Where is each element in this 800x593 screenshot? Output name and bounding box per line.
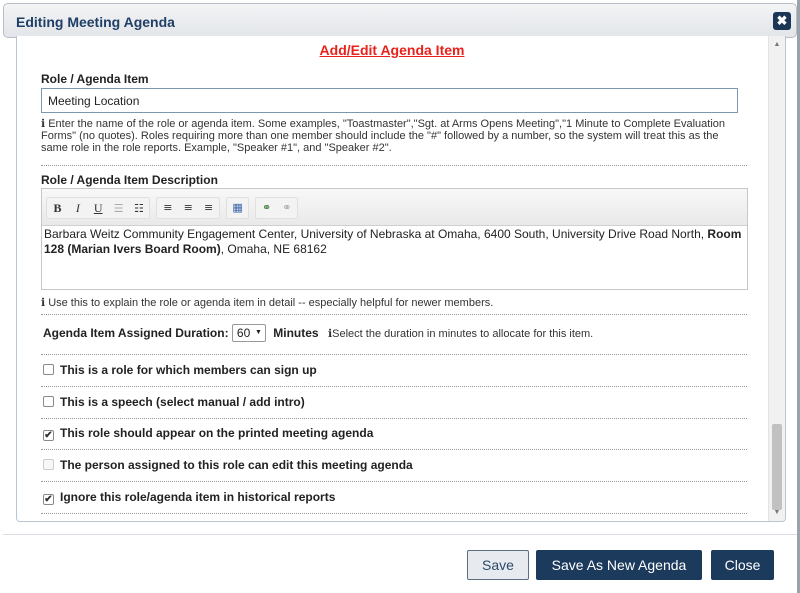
role-input[interactable] [41,88,738,113]
link-group: ⚭ ⚭ [255,197,299,219]
checkbox-can-edit [43,459,54,470]
scrollbar-thumb[interactable] [772,424,782,510]
remove-link-icon[interactable]: ⚭ [278,198,295,218]
chevron-down-icon: ▼ [254,329,262,336]
description-text-end: , Omaha, NE 68162 [220,242,327,256]
duration-select[interactable]: 60 ▼ [231,324,266,342]
align-right-icon[interactable]: ≡ [200,198,217,218]
divider [41,513,747,514]
divider [41,165,747,166]
dialog-titlebar: Editing Meeting Agenda ✖ [3,3,797,38]
format-group: B I U ☰ ☷ [46,197,151,219]
checkbox-speech-row[interactable]: This is a speech (select manual / add in… [43,395,305,409]
align-center-icon[interactable]: ≡ [180,198,197,218]
close-icon[interactable]: ✖ [773,12,791,30]
divider [41,386,747,387]
checkbox-signup[interactable] [43,364,54,375]
checkbox-speech[interactable] [43,396,54,407]
insert-link-icon[interactable]: ⚭ [258,198,275,218]
align-group: ≡ ≡ ≡ [156,197,221,219]
checkbox-historical-row[interactable]: ✔ Ignore this role/agenda item in histori… [43,490,335,505]
divider [41,481,747,482]
description-text: Barbara Weitz Community Engagement Cente… [44,227,708,241]
divider [41,418,747,419]
footer-divider [3,534,797,535]
align-left-icon[interactable]: ≡ [159,198,176,218]
editing-agenda-dialog: Editing Meeting Agenda ✖ ▲ ▼ Add/Edit Ag… [3,3,797,591]
ordered-list-icon[interactable]: ☰ [110,199,127,219]
editor-content[interactable]: Barbara Weitz Community Engagement Cente… [42,226,747,258]
checkbox-printed[interactable]: ✔ [43,430,54,441]
duration-row: Agenda Item Assigned Duration: 60 ▼ Minut… [43,324,593,343]
duration-help: ℹ︎Select the duration in minutes to allo… [328,328,593,340]
checkbox-printed-row[interactable]: ✔ This role should appear on the printed … [43,426,373,441]
checkbox-can-edit-label: The person assigned to this role can edi… [60,458,413,472]
insert-image-icon[interactable]: ▦ [229,198,246,218]
info-icon: ℹ︎ [41,118,46,130]
checkbox-historical[interactable]: ✔ [43,494,54,505]
scroll-down-arrow-icon[interactable]: ▼ [769,506,785,520]
underline-button[interactable]: U [90,198,107,218]
vertical-scrollbar[interactable]: ▲ ▼ [768,36,785,521]
divider [41,449,747,450]
checkbox-historical-label: Ignore this role/agenda item in historic… [60,490,336,504]
description-help-text: Use this to explain the role or agenda i… [48,297,494,309]
dialog-content: ▲ ▼ Add/Edit Agenda Item Role / Agenda I… [16,36,786,522]
info-icon: ℹ︎ [41,297,46,309]
checkbox-signup-label: This is a role for which members can sig… [60,363,317,377]
editor-toolbar: B I U ☰ ☷ ≡ ≡ ≡ ▦ ⚭ ⚭ [42,189,747,226]
duration-value: 60 [236,326,251,340]
checkbox-printed-label: This role should appear on the printed m… [60,426,374,440]
save-as-new-agenda-button[interactable]: Save As New Agenda [536,550,702,580]
divider [41,314,747,315]
unordered-list-icon[interactable]: ☷ [130,199,147,219]
duration-help-text: Select the duration in minutes to alloca… [332,328,594,341]
close-button[interactable]: Close [711,550,774,580]
scroll-up-arrow-icon[interactable]: ▲ [769,38,785,52]
role-help-text: Enter the name of the role or agenda ite… [41,118,725,154]
bold-button[interactable]: B [49,198,66,218]
italic-button[interactable]: I [69,198,86,218]
form-heading: Add/Edit Agenda Item [319,42,465,58]
divider [41,354,747,355]
duration-unit: Minutes [273,326,319,341]
description-label: Role / Agenda Item Description [41,173,218,187]
role-help: ℹ︎ Enter the name of the role or agenda i… [41,118,747,154]
checkbox-speech-label: This is a speech (select manual / add in… [60,395,305,409]
role-label: Role / Agenda Item [41,72,149,86]
save-button[interactable]: Save [467,550,529,580]
duration-label: Agenda Item Assigned Duration: [43,326,229,341]
checkbox-can-edit-row: The person assigned to this role can edi… [43,458,413,472]
description-help: ℹ︎ Use this to explain the role or agenda… [41,297,493,309]
rich-text-editor: B I U ☰ ☷ ≡ ≡ ≡ ▦ ⚭ ⚭ Barbara Weitz Comm… [41,188,748,290]
insert-group: ▦ [226,197,250,219]
checkbox-signup-row[interactable]: This is a role for which members can sig… [43,363,317,377]
dialog-title: Editing Meeting Agenda [16,14,175,30]
